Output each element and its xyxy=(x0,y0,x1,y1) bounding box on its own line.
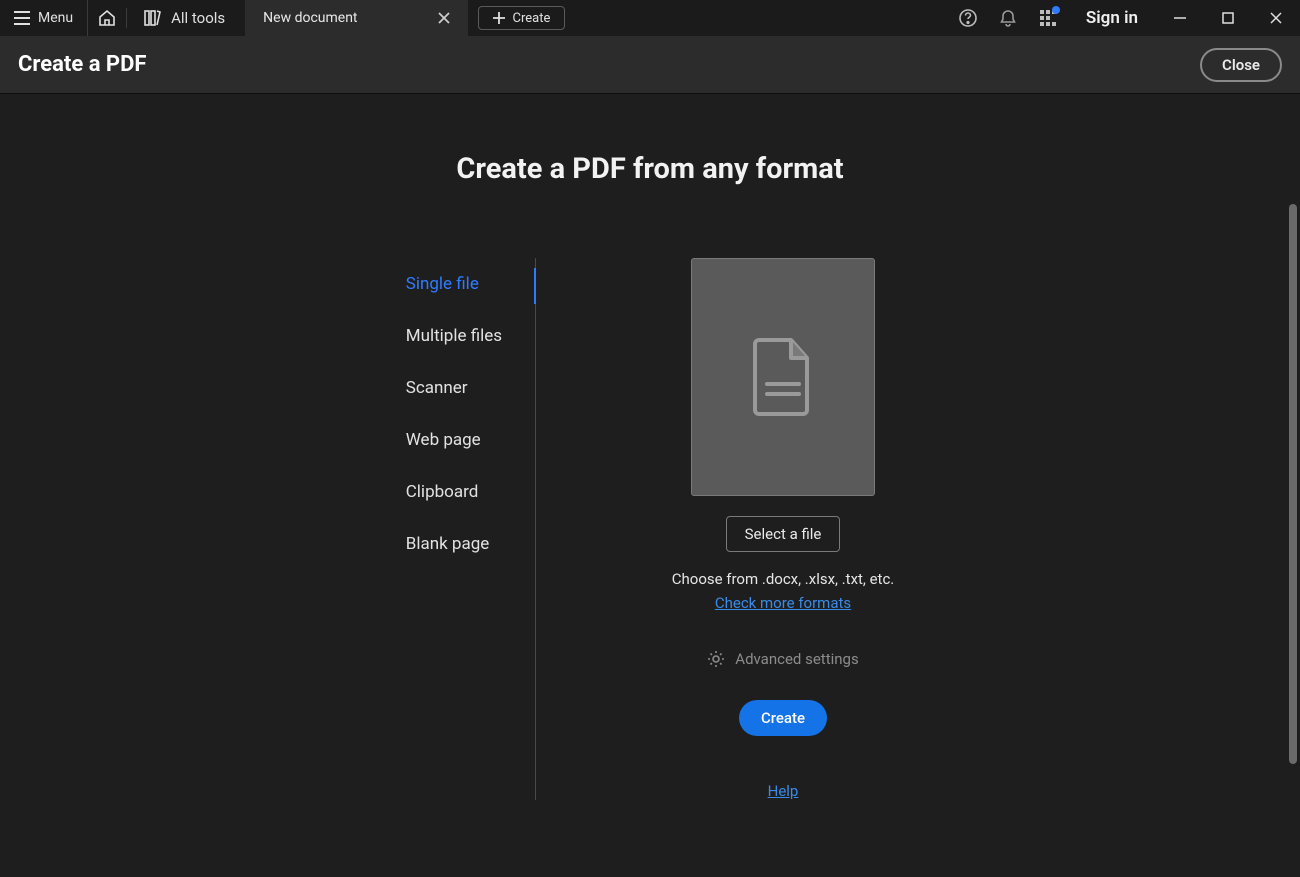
page-title: Create a PDF xyxy=(18,52,1200,77)
tab-close-button[interactable] xyxy=(438,9,450,28)
option-multiple-files[interactable]: Multiple files xyxy=(406,310,535,362)
option-single-file[interactable]: Single file xyxy=(406,258,535,310)
sign-in-label: Sign in xyxy=(1086,8,1138,28)
select-file-label: Select a file xyxy=(745,525,822,543)
close-icon xyxy=(1270,12,1282,24)
help-link[interactable]: Help xyxy=(768,782,799,800)
center-column: Select a file Choose from .docx, .xlsx, … xyxy=(672,258,895,800)
file-drop-zone[interactable] xyxy=(691,258,875,496)
tools-icon xyxy=(143,9,161,27)
active-indicator xyxy=(534,268,536,304)
create-button-label: Create xyxy=(761,709,805,727)
format-hint: Choose from .docx, .xlsx, .txt, etc. xyxy=(672,570,895,588)
help-circle-icon xyxy=(958,8,978,28)
notification-dot-icon xyxy=(1052,6,1060,14)
all-tools-button[interactable]: All tools xyxy=(127,0,241,36)
option-blank-page[interactable]: Blank page xyxy=(406,518,535,570)
select-file-button[interactable]: Select a file xyxy=(726,516,841,552)
gear-icon xyxy=(707,650,725,668)
main-heading: Create a PDF from any format xyxy=(0,152,1300,186)
advanced-settings-label: Advanced settings xyxy=(735,650,858,668)
body-row: Single file Multiple files Scanner Web p… xyxy=(0,258,1300,800)
apps-button[interactable] xyxy=(1028,0,1068,36)
window-close-button[interactable] xyxy=(1252,0,1300,36)
home-icon xyxy=(98,9,116,27)
create-new-button[interactable]: Create xyxy=(478,6,566,30)
document-tab[interactable]: New document xyxy=(245,0,467,36)
menu-label: Menu xyxy=(38,10,73,26)
all-tools-label: All tools xyxy=(171,9,225,27)
help-button[interactable] xyxy=(948,0,988,36)
titlebar: Menu All tools New document Create Sign … xyxy=(0,0,1300,36)
window-maximize-button[interactable] xyxy=(1204,0,1252,36)
option-clipboard[interactable]: Clipboard xyxy=(406,466,535,518)
home-button[interactable] xyxy=(88,0,126,36)
close-panel-button[interactable]: Close xyxy=(1200,48,1282,82)
file-document-icon xyxy=(751,336,815,418)
window-minimize-button[interactable] xyxy=(1156,0,1204,36)
maximize-icon xyxy=(1222,12,1234,24)
sign-in-button[interactable]: Sign in xyxy=(1068,8,1156,28)
hamburger-icon xyxy=(14,11,30,25)
option-scanner[interactable]: Scanner xyxy=(406,362,535,414)
notifications-button[interactable] xyxy=(988,0,1028,36)
close-panel-label: Close xyxy=(1222,56,1260,74)
advanced-settings-button[interactable]: Advanced settings xyxy=(707,650,858,668)
plus-icon xyxy=(493,12,505,24)
create-button[interactable]: Create xyxy=(739,700,827,736)
menu-button[interactable]: Menu xyxy=(0,0,88,36)
sub-header: Create a PDF Close xyxy=(0,36,1300,94)
minimize-icon xyxy=(1174,12,1186,24)
titlebar-right: Sign in xyxy=(948,0,1300,36)
scrollbar[interactable] xyxy=(1289,204,1297,764)
option-web-page[interactable]: Web page xyxy=(406,414,535,466)
create-new-label: Create xyxy=(513,11,551,26)
bell-icon xyxy=(999,9,1017,27)
close-icon xyxy=(438,12,450,24)
content-area: Create a PDF from any format Single file… xyxy=(0,94,1300,877)
tab-label: New document xyxy=(263,10,357,26)
source-options: Single file Multiple files Scanner Web p… xyxy=(406,258,536,800)
more-formats-link[interactable]: Check more formats xyxy=(715,594,851,612)
